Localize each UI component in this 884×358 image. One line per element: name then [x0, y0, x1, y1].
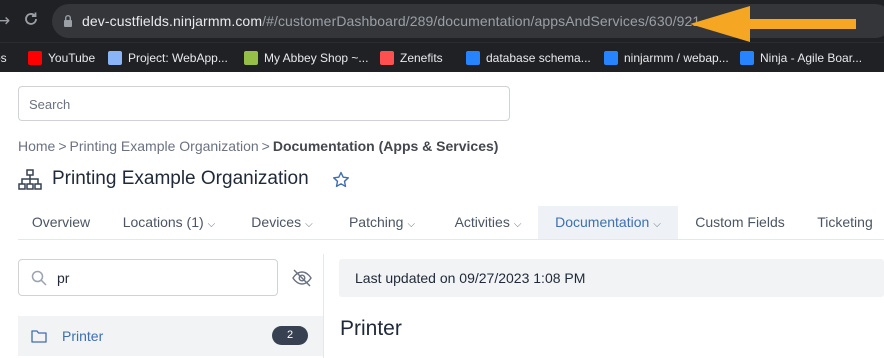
- tab-documentation[interactable]: Documentation ⌵: [538, 206, 678, 239]
- youtube-icon: [28, 51, 42, 65]
- chevron-down-icon: ⌵: [653, 219, 661, 230]
- jira-icon: [740, 51, 754, 65]
- tab-label: Overview: [31, 214, 91, 230]
- breadcrumb-home[interactable]: Home: [18, 138, 55, 154]
- global-search-input[interactable]: Search: [18, 86, 510, 121]
- bookmark-label: Project: WebApp...: [128, 51, 228, 65]
- bookmark-item[interactable]: ninjarmm / webap...: [604, 50, 729, 66]
- zenefits-icon: [380, 51, 394, 65]
- lock-icon[interactable]: [63, 14, 73, 28]
- url-host: dev-custfields.ninjarmm.com: [82, 13, 263, 29]
- tab-patching[interactable]: Patching ⌵: [340, 206, 424, 239]
- tab-ticketing[interactable]: Ticketing: [806, 206, 884, 239]
- breadcrumb: Home > Printing Example Organization > Docum…: [18, 138, 498, 154]
- tab-label: Patching: [348, 214, 404, 230]
- document-title: Printer: [340, 317, 402, 340]
- url-text[interactable]: dev-custfields.ninjarmm.com/#/customerDa…: [82, 13, 700, 29]
- tab-custom-fields[interactable]: Custom Fields: [690, 206, 790, 239]
- reload-icon[interactable]: [22, 10, 40, 28]
- bookmark-item[interactable]: Project: WebApp...: [108, 50, 228, 66]
- tab-overview[interactable]: Overview: [18, 206, 104, 239]
- tab-label: Locations (1): [122, 214, 204, 230]
- tab-bar: Overview Locations (1) ⌵ Devices ⌵ Patchin…: [18, 206, 884, 240]
- bookmark-item[interactable]: Zenefits: [380, 50, 443, 66]
- app-content: Search Home > Printing Example Organizatio…: [0, 72, 884, 358]
- sidebar-search-input[interactable]: pr: [18, 259, 278, 296]
- search-icon: [31, 270, 47, 286]
- bookmark-label: My Abbey Shop ~...: [264, 51, 369, 65]
- tab-label: Custom Fields: [695, 214, 785, 230]
- bookmark-item[interactable]: database schema...: [466, 50, 591, 66]
- tab-label: Activities: [454, 214, 510, 230]
- folder-icon: [31, 330, 47, 343]
- page-title: Printing Example Organization: [52, 168, 309, 189]
- bookmark-label: Ninja - Agile Boar...: [760, 51, 863, 65]
- eye-off-icon[interactable]: [292, 269, 312, 287]
- last-updated-text: Last updated on 09/27/2023 1:08 PM: [355, 270, 586, 286]
- list-item-label: Printer: [62, 328, 104, 344]
- last-updated-bar: Last updated on 09/27/2023 1:08 PM: [339, 259, 884, 297]
- url-path: /#/customerDashboard/289/documentation/a…: [262, 13, 701, 29]
- bookmark-label: database schema...: [486, 51, 591, 65]
- panel-divider: [323, 254, 324, 358]
- bookmark-label: ninjarmm / webap...: [624, 51, 729, 65]
- favorite-star-icon[interactable]: [332, 171, 350, 189]
- bookmark-label: YouTube: [48, 51, 96, 65]
- breadcrumb-separator: >: [58, 138, 67, 154]
- sidebar-search-value: pr: [57, 270, 70, 286]
- tab-locations[interactable]: Locations (1) ⌵: [112, 206, 226, 239]
- breadcrumb-current: Documentation (Apps & Services): [272, 138, 499, 154]
- bookmark-label: Zenefits: [400, 51, 443, 65]
- tab-label: Documentation: [555, 214, 650, 230]
- count-badge: 2: [272, 326, 308, 345]
- chevron-down-icon: ⌵: [305, 219, 313, 230]
- bookmark-label: ps: [0, 51, 7, 65]
- tab-label: Ticketing: [817, 214, 873, 230]
- bookmarks-bar: ps YouTube Project: WebApp... My Abbey Shop…: [0, 42, 884, 72]
- list-item[interactable]: Printer 2: [18, 316, 323, 356]
- bookmark-item[interactable]: YouTube: [28, 50, 95, 66]
- browser-toolbar: → dev-custfields.ninjarmm.com/#/customer…: [0, 0, 884, 42]
- chevron-down-icon: ⌵: [407, 219, 416, 230]
- search-placeholder: Search: [29, 97, 71, 112]
- bookmark-item[interactable]: My Abbey Shop ~...: [244, 50, 368, 66]
- project-icon: [108, 51, 122, 65]
- breadcrumb-org[interactable]: Printing Example Organization: [70, 138, 259, 154]
- tab-label: Devices: [251, 214, 302, 230]
- tab-devices[interactable]: Devices ⌵: [242, 206, 322, 239]
- bitbucket-icon: [604, 51, 618, 65]
- organization-icon: [18, 169, 42, 190]
- confluence-icon: [466, 51, 480, 65]
- shopify-icon: [244, 51, 258, 65]
- bookmark-item[interactable]: ps: [0, 50, 7, 66]
- tab-activities[interactable]: Activities ⌵: [442, 206, 534, 239]
- bookmark-item[interactable]: Ninja - Agile Boar...: [740, 50, 862, 66]
- chevron-down-icon: ⌵: [513, 219, 522, 230]
- breadcrumb-separator: >: [261, 138, 270, 154]
- annotation-arrow-icon: [690, 6, 856, 42]
- forward-icon[interactable]: →: [0, 11, 10, 31]
- chevron-down-icon: ⌵: [207, 219, 216, 230]
